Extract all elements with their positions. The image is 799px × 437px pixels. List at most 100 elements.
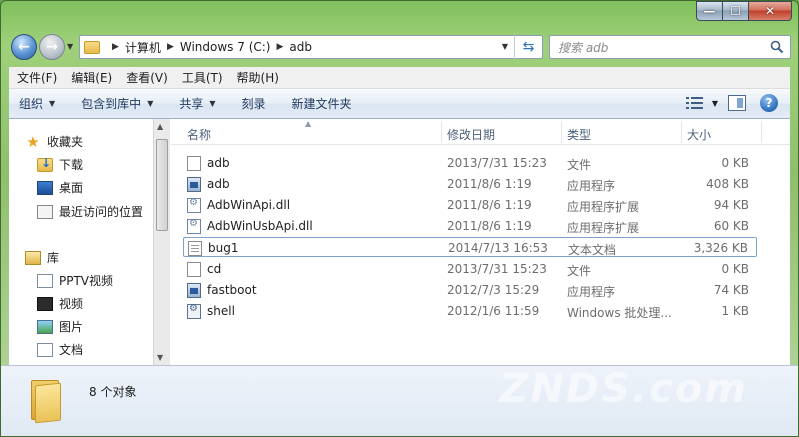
address-dropdown-icon[interactable]: ▼ <box>502 42 508 51</box>
close-icon: ✕ <box>764 4 776 18</box>
column-divider[interactable] <box>761 121 762 143</box>
maximize-button[interactable]: ☐ <box>722 1 748 21</box>
address-bar[interactable]: ▶ 计算机 ▶ Windows 7 (C:) ▶ adb ▼ ⇆ <box>79 35 543 59</box>
burn-button[interactable]: 刻录 <box>242 95 266 112</box>
nav-item-recent-places[interactable]: 最近访问的位置 <box>37 203 143 220</box>
chevron-down-icon: ▼ <box>147 99 154 108</box>
favorites-header[interactable]: ★ 收藏夹 <box>25 133 83 150</box>
caption-buttons: — ☐ ✕ <box>696 1 792 21</box>
nav-item-pptv-video[interactable]: PPTV视频 <box>37 272 113 289</box>
file-type: 文件 <box>567 158 592 172</box>
file-type: 应用程序 <box>567 285 616 299</box>
search-input[interactable]: 搜索 adb <box>549 35 791 59</box>
include-in-library-button[interactable]: 包含到库中 ▼ <box>81 95 153 112</box>
file-name: cd <box>207 262 222 276</box>
menu-help[interactable]: 帮助(H) <box>237 69 279 86</box>
column-divider[interactable] <box>561 121 562 143</box>
explorer-window: — ☐ ✕ ← → ▼ ▶ 计算机 ▶ Windows 7 (C:) ▶ adb… <box>0 0 799 437</box>
breadcrumb-arrow-icon[interactable]: ▶ <box>112 42 119 52</box>
column-name-header[interactable]: 名称 <box>187 126 211 143</box>
file-size: 94 KB <box>713 198 749 212</box>
downloads-folder-icon <box>37 156 53 172</box>
nav-item-label: 图片 <box>59 320 84 334</box>
file-date: 2014/7/13 16:53 <box>448 241 548 255</box>
file-size: 74 KB <box>713 283 749 297</box>
file-row-adb-exe[interactable]: adb 2011/8/6 1:19 应用程序 408 KB <box>183 174 757 194</box>
menu-tools[interactable]: 工具(T) <box>182 69 223 86</box>
library-icon <box>37 273 53 288</box>
menu-view[interactable]: 查看(V) <box>126 69 168 86</box>
navigation-pane: ★ 收藏夹 下载 桌面 最近访问的位置 库 PPTV视频 <box>9 119 153 365</box>
close-button[interactable]: ✕ <box>748 1 792 21</box>
file-row-fastboot[interactable]: fastboot 2012/7/3 15:29 应用程序 74 KB <box>183 280 757 300</box>
column-type-header[interactable]: 类型 <box>567 126 591 143</box>
libraries-header[interactable]: 库 <box>25 249 59 266</box>
breadcrumb-folder[interactable]: adb <box>289 40 312 54</box>
item-count: 8 个对象 <box>89 385 137 399</box>
search-icon[interactable] <box>770 40 784 54</box>
minimize-button[interactable]: — <box>696 1 722 21</box>
file-date: 2011/8/6 1:19 <box>447 177 532 191</box>
preview-pane-icon[interactable] <box>728 95 746 111</box>
view-options-icon[interactable] <box>686 96 704 110</box>
refresh-button[interactable]: ⇆ <box>514 35 542 59</box>
minimize-icon: — <box>703 4 716 18</box>
forward-arrow-icon: → <box>46 39 58 55</box>
nav-item-label: PPTV视频 <box>59 274 114 288</box>
new-folder-button[interactable]: 新建文件夹 <box>292 95 352 112</box>
application-icon <box>187 177 201 192</box>
file-row-adbwinapi[interactable]: AdbWinApi.dll 2011/8/6 1:19 应用程序扩展 94 KB <box>183 195 757 215</box>
documents-library-icon <box>37 342 53 357</box>
recent-pages-dropdown[interactable]: ▼ <box>67 42 73 51</box>
forward-button[interactable]: → <box>39 34 65 60</box>
back-button[interactable]: ← <box>11 34 37 60</box>
breadcrumb-computer[interactable]: 计算机 <box>125 39 161 56</box>
desktop-icon <box>37 180 53 195</box>
scroll-up-icon[interactable]: ▲ <box>157 122 163 131</box>
share-button[interactable]: 共享 ▼ <box>179 95 215 112</box>
column-divider[interactable] <box>441 121 442 143</box>
nav-item-label: 视频 <box>59 297 84 311</box>
file-row-adb[interactable]: adb 2013/7/31 15:23 文件 0 KB <box>183 153 757 173</box>
organize-label: 组织 <box>19 97 44 111</box>
column-date-header[interactable]: 修改日期 <box>447 126 495 143</box>
file-row-bug1[interactable]: bug1 2014/7/13 16:53 文本文档 3,326 KB <box>183 237 757 257</box>
libraries-icon <box>25 250 41 265</box>
file-date: 2012/7/3 15:29 <box>447 283 540 297</box>
column-divider[interactable] <box>681 121 682 143</box>
scroll-down-icon[interactable]: ▼ <box>157 353 163 362</box>
menu-edit[interactable]: 编辑(E) <box>71 69 112 86</box>
menu-file[interactable]: 文件(F) <box>17 69 57 86</box>
file-date: 2013/7/31 15:23 <box>447 156 547 170</box>
file-row-adbwinusbapi[interactable]: AdbWinUsbApi.dll 2011/8/6 1:19 应用程序扩展 60… <box>183 216 757 236</box>
nav-item-label: 下载 <box>59 158 84 172</box>
file-name: bug1 <box>208 241 239 255</box>
nav-item-pictures[interactable]: 图片 <box>37 318 83 335</box>
file-name: adb <box>207 156 230 170</box>
organize-button[interactable]: 组织 ▼ <box>19 95 55 112</box>
nav-item-videos[interactable]: 视频 <box>37 295 83 312</box>
file-date: 2012/1/6 11:59 <box>447 304 540 318</box>
file-row-cd[interactable]: cd 2013/7/31 15:23 文件 0 KB <box>183 259 757 279</box>
navigation-scrollbar[interactable]: ▲ ▼ <box>153 119 170 365</box>
share-label: 共享 <box>179 97 204 111</box>
file-size: 3,326 KB <box>693 241 748 255</box>
view-dropdown-icon[interactable]: ▼ <box>712 99 718 108</box>
file-list: ▲ 名称 修改日期 类型 大小 adb 2013/7/31 15:23 文件 0… <box>171 119 790 365</box>
main-area: ★ 收藏夹 下载 桌面 最近访问的位置 库 PPTV视频 <box>9 119 790 365</box>
breadcrumb-arrow-icon[interactable]: ▶ <box>167 42 174 52</box>
nav-item-downloads[interactable]: 下载 <box>37 156 83 173</box>
column-size-header[interactable]: 大小 <box>687 126 711 143</box>
breadcrumb-drive[interactable]: Windows 7 (C:) <box>180 40 271 54</box>
star-icon: ★ <box>26 132 40 151</box>
help-icon[interactable]: ? <box>760 94 778 112</box>
nav-item-desktop[interactable]: 桌面 <box>37 179 83 196</box>
scrollbar-thumb[interactable] <box>156 139 168 231</box>
watermark-logo: ZNDS.com <box>499 366 748 412</box>
file-size: 60 KB <box>713 219 749 233</box>
file-size: 0 KB <box>721 156 749 170</box>
file-row-shell[interactable]: shell 2012/1/6 11:59 Windows 批处理... 1 KB <box>183 301 757 321</box>
breadcrumb-arrow-icon[interactable]: ▶ <box>276 42 283 52</box>
nav-item-documents[interactable]: 文档 <box>37 341 83 358</box>
video-library-icon <box>37 296 53 311</box>
